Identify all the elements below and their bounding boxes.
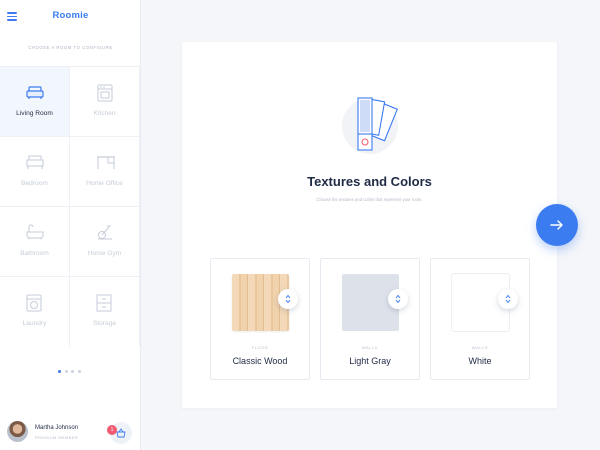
pager-dot[interactable] [77,370,81,373]
room-home-office[interactable]: Home Office [70,136,140,206]
room-bathroom[interactable]: Bathroom [0,206,70,276]
sidebar: Roomie CHOOSE A ROOM TO CONFIGURE Living… [0,0,141,450]
arrow-right-icon [550,220,563,230]
material-name: White [468,356,492,366]
sidebar-header: Roomie [0,0,141,32]
material-category: WALLS [471,345,489,350]
room-kitchen[interactable]: Kitchen [70,66,140,136]
material-card-walls-white[interactable]: WALLS White [430,258,530,380]
material-stepper[interactable] [388,289,408,309]
pager-dot[interactable] [58,370,61,373]
room-storage[interactable]: Storage [70,276,140,346]
user-name: Martha Johnson [35,425,79,431]
user-tier: PREMIUM MEMBER [35,435,79,440]
room-bedroom[interactable]: Bedroom [0,136,70,206]
chevron-up-down-icon [285,294,291,304]
sofa-icon [26,86,44,99]
room-label: Home Office [86,180,123,187]
material-stepper[interactable] [498,289,518,309]
cart-count-badge: 1 [107,425,117,435]
stove-icon [97,84,113,102]
bed-icon [26,155,44,169]
room-home-gym[interactable]: Home Gym [70,206,140,276]
room-laundry[interactable]: Laundry [0,276,70,346]
material-card-walls[interactable]: WALLS Light Gray [320,258,420,380]
material-category: FLOOR [251,345,269,350]
room-label: Bedroom [21,180,48,187]
next-button[interactable] [536,204,578,246]
material-stepper[interactable] [278,289,298,309]
basket-icon [116,428,126,438]
material-card-floor[interactable]: FLOOR Classic Wood [210,258,310,380]
room-label: Kitchen [93,110,116,117]
avatar[interactable] [7,421,28,442]
pager-dot[interactable] [71,370,74,373]
washing-machine-icon [26,294,42,312]
room-living-room[interactable]: Living Room [0,66,70,136]
chevron-up-down-icon [395,294,401,304]
page-title: Textures and Colors [307,174,432,189]
material-name: Light Gray [349,356,391,366]
material-name: Classic Wood [232,356,288,366]
bathtub-icon [26,224,44,240]
exercise-bike-icon [98,225,112,240]
room-section-label: CHOOSE A ROOM TO CONFIGURE [28,45,113,50]
chevron-up-down-icon [505,294,511,304]
material-category: WALLS [361,345,379,350]
cabinet-icon [96,294,112,312]
room-label: Living Room [16,110,53,117]
page-subtitle: Choose the textures and colors that repr… [316,197,423,202]
room-label: Home Gym [87,250,122,257]
room-pager[interactable] [58,360,84,373]
configurator-card: Textures and Colors Choose the textures … [182,42,557,408]
app-brand: Roomie [52,10,89,21]
user-profile: Martha Johnson PREMIUM MEMBER 1 [0,414,141,450]
pager-dot[interactable] [64,370,68,373]
color-palette-swatches-icon [342,97,398,154]
room-label: Bathroom [20,250,49,257]
desk-icon [97,156,115,169]
room-label: Storage [92,320,117,327]
room-label: Laundry [22,320,47,327]
